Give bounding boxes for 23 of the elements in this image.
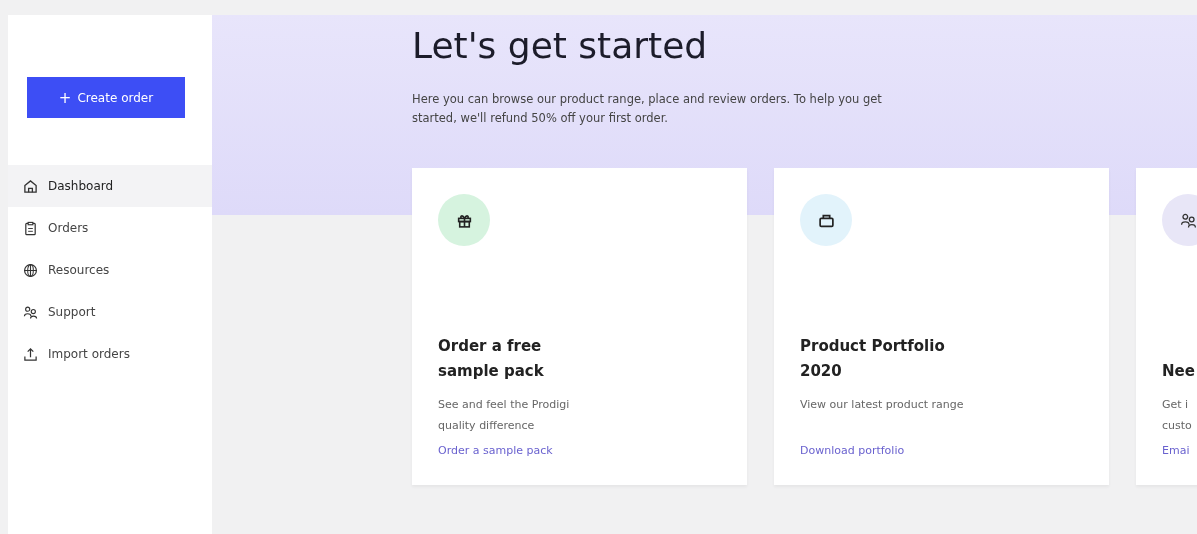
clipboard-icon — [23, 220, 38, 236]
card-link[interactable]: Download portfolio — [800, 444, 905, 457]
sidebar-item[interactable]: Support — [8, 291, 212, 333]
page-title: Let's get started — [412, 25, 709, 66]
card-link[interactable]: Order a sample pack — [438, 444, 553, 457]
card-link[interactable]: Emai — [1162, 444, 1190, 457]
globe-icon — [23, 262, 38, 278]
card-title: Nee — [1162, 361, 1196, 382]
upload-icon — [23, 346, 38, 362]
card-title: Product Portfolio 2020 — [800, 336, 946, 382]
create-order-button[interactable]: + Create order — [27, 77, 185, 118]
card-description: View our latest product range — [800, 397, 965, 413]
card-description: Get i custo — [1162, 397, 1193, 434]
card-description: See and feel the Prodigi quality difference — [438, 397, 571, 434]
people-icon — [23, 304, 38, 320]
sidebar-item[interactable]: Dashboard — [8, 165, 212, 207]
home-icon — [23, 178, 38, 194]
card-title: Order a free sample pack — [438, 336, 545, 382]
people-icon — [1179, 211, 1197, 229]
intro-text: Here you can browse our product range, place and review orders. To help you get started, we'll refund 50% off your first order. — [412, 91, 883, 127]
sidebar-item[interactable]: Import orders — [8, 333, 212, 375]
sidebar-item[interactable]: Orders — [8, 207, 212, 249]
sidebar-item[interactable]: Resources — [8, 249, 212, 291]
